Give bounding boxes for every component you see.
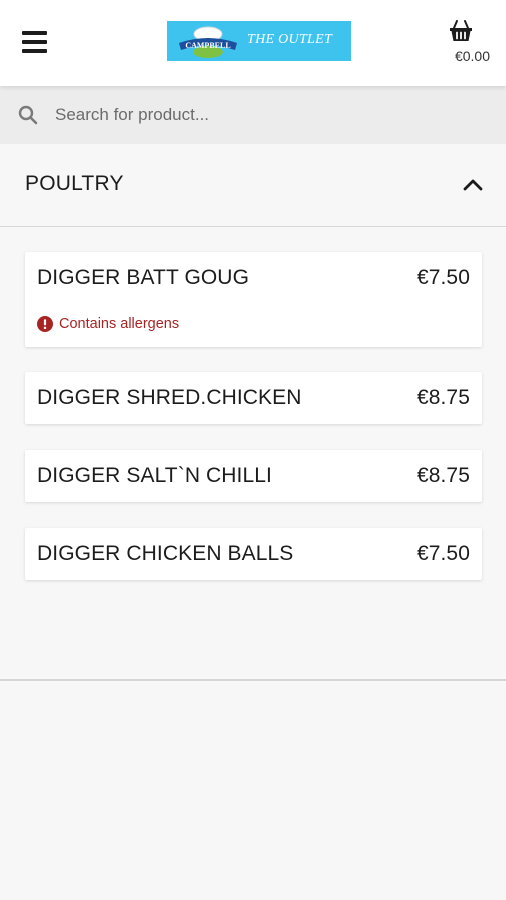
category-title: POULTRY <box>25 172 124 195</box>
search-input[interactable] <box>55 98 485 132</box>
search-icon <box>18 105 38 125</box>
allergen-warning: Contains allergens <box>37 315 179 333</box>
exclamation-circle-icon <box>37 316 53 332</box>
logo-text: THE OUTLET <box>247 32 333 47</box>
product-name: DIGGER BATT GOUG <box>37 266 250 289</box>
category-header-poultry[interactable]: POULTRY <box>0 144 506 227</box>
product-name: DIGGER CHICKEN BALLS <box>37 542 294 565</box>
product-card[interactable]: DIGGER SHRED.CHICKEN €8.75 <box>25 372 482 424</box>
product-name: DIGGER SALT`N CHILLI <box>37 464 272 487</box>
product-price: €8.75 <box>416 464 470 487</box>
logo-badge-icon: CAMPBELL <box>179 26 237 58</box>
cart-total: €0.00 <box>454 48 490 64</box>
basket-icon <box>450 20 472 41</box>
product-card[interactable]: DIGGER CHICKEN BALLS €7.50 <box>25 528 482 580</box>
chevron-up-icon[interactable] <box>462 174 484 194</box>
menu-bar <box>22 49 47 53</box>
section-divider <box>0 679 506 681</box>
product-price: €8.75 <box>416 386 470 409</box>
app-header: CAMPBELL THE OUTLET €0.00 <box>0 0 506 86</box>
search-bar <box>0 86 506 144</box>
product-price: €7.50 <box>416 542 470 565</box>
logo-badge-text: CAMPBELL <box>185 41 230 50</box>
store-logo[interactable]: CAMPBELL THE OUTLET <box>167 21 351 61</box>
hamburger-menu-icon[interactable] <box>22 30 48 56</box>
product-name: DIGGER SHRED.CHICKEN <box>37 386 302 409</box>
menu-bar <box>22 40 47 44</box>
product-card[interactable]: DIGGER SALT`N CHILLI €8.75 <box>25 450 482 502</box>
menu-bar <box>22 31 47 35</box>
product-price: €7.50 <box>416 266 470 289</box>
allergen-text: Contains allergens <box>59 316 180 332</box>
cart-button[interactable]: €0.00 <box>430 20 490 70</box>
product-card[interactable]: DIGGER BATT GOUG €7.50 Contains allergen… <box>25 252 482 347</box>
